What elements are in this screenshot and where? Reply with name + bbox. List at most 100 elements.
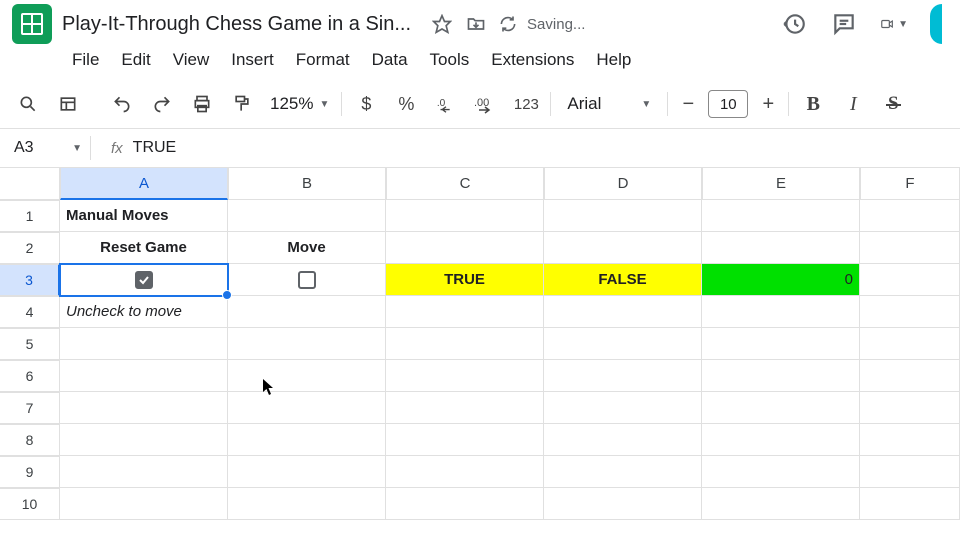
cell-E6[interactable]: [702, 360, 860, 392]
cell-B8[interactable]: [228, 424, 386, 456]
cell-C7[interactable]: [386, 392, 544, 424]
cell-E2[interactable]: [702, 232, 860, 264]
col-header-D[interactable]: D: [544, 168, 702, 200]
meet-icon[interactable]: ▼: [880, 10, 908, 38]
col-header-C[interactable]: C: [386, 168, 544, 200]
spreadsheet-grid[interactable]: A B C D E F 1 Manual Moves 2 Reset Game …: [0, 168, 960, 520]
col-header-F[interactable]: F: [860, 168, 960, 200]
formula-bar[interactable]: TRUE: [133, 139, 177, 157]
cell-A7[interactable]: [60, 392, 228, 424]
checkbox-reset-game[interactable]: [135, 271, 153, 289]
row-header-8[interactable]: 8: [0, 424, 60, 456]
cell-E5[interactable]: [702, 328, 860, 360]
cell-D3[interactable]: FALSE: [544, 264, 702, 296]
menu-file[interactable]: File: [62, 46, 109, 74]
cell-E3[interactable]: 0: [702, 264, 860, 296]
menu-view[interactable]: View: [163, 46, 220, 74]
account-avatar[interactable]: [930, 4, 942, 44]
search-menus-icon[interactable]: [10, 86, 46, 122]
row-header-7[interactable]: 7: [0, 392, 60, 424]
cell-B6[interactable]: [228, 360, 386, 392]
col-header-B[interactable]: B: [228, 168, 386, 200]
menu-format[interactable]: Format: [286, 46, 360, 74]
cell-E10[interactable]: [702, 488, 860, 520]
table-icon[interactable]: [50, 86, 86, 122]
decrease-decimal-icon[interactable]: .0: [428, 86, 464, 122]
row-header-6[interactable]: 6: [0, 360, 60, 392]
cell-C8[interactable]: [386, 424, 544, 456]
row-header-3[interactable]: 3: [0, 264, 60, 296]
cell-F2[interactable]: [860, 232, 960, 264]
font-select[interactable]: Arial▼: [557, 94, 661, 114]
cell-A1[interactable]: Manual Moves: [60, 200, 228, 232]
cell-F9[interactable]: [860, 456, 960, 488]
version-history-icon[interactable]: [780, 10, 808, 38]
cell-A9[interactable]: [60, 456, 228, 488]
cell-C10[interactable]: [386, 488, 544, 520]
cell-B4[interactable]: [228, 296, 386, 328]
document-title[interactable]: Play-It-Through Chess Game in a Sin...: [62, 13, 411, 36]
cell-D9[interactable]: [544, 456, 702, 488]
name-box[interactable]: A3 ▼: [8, 139, 88, 157]
row-header-5[interactable]: 5: [0, 328, 60, 360]
currency-button[interactable]: $: [348, 86, 384, 122]
cell-C6[interactable]: [386, 360, 544, 392]
cell-D5[interactable]: [544, 328, 702, 360]
cell-A4[interactable]: Uncheck to move: [60, 296, 228, 328]
cell-C5[interactable]: [386, 328, 544, 360]
menu-tools[interactable]: Tools: [420, 46, 480, 74]
cell-E7[interactable]: [702, 392, 860, 424]
cell-F5[interactable]: [860, 328, 960, 360]
cell-F3[interactable]: [860, 264, 960, 296]
select-all-corner[interactable]: [0, 168, 60, 200]
star-icon[interactable]: [431, 13, 453, 35]
cell-E9[interactable]: [702, 456, 860, 488]
menu-help[interactable]: Help: [586, 46, 641, 74]
sheets-app-icon[interactable]: [12, 4, 52, 44]
cell-D1[interactable]: [544, 200, 702, 232]
bold-button[interactable]: B: [795, 86, 831, 122]
col-header-E[interactable]: E: [702, 168, 860, 200]
move-to-folder-icon[interactable]: [465, 13, 487, 35]
font-size-input[interactable]: 10: [708, 90, 748, 118]
cell-D8[interactable]: [544, 424, 702, 456]
menu-extensions[interactable]: Extensions: [481, 46, 584, 74]
cell-D4[interactable]: [544, 296, 702, 328]
row-header-4[interactable]: 4: [0, 296, 60, 328]
cell-B3[interactable]: [228, 264, 386, 296]
cell-B10[interactable]: [228, 488, 386, 520]
cell-D10[interactable]: [544, 488, 702, 520]
cell-E1[interactable]: [702, 200, 860, 232]
paint-format-icon[interactable]: [224, 86, 260, 122]
comments-icon[interactable]: [830, 10, 858, 38]
row-header-10[interactable]: 10: [0, 488, 60, 520]
cell-F4[interactable]: [860, 296, 960, 328]
undo-icon[interactable]: [104, 86, 140, 122]
cell-D2[interactable]: [544, 232, 702, 264]
cell-B7[interactable]: [228, 392, 386, 424]
increase-decimal-icon[interactable]: .00: [468, 86, 504, 122]
cell-A10[interactable]: [60, 488, 228, 520]
cell-C4[interactable]: [386, 296, 544, 328]
checkbox-move[interactable]: [298, 271, 316, 289]
percent-button[interactable]: %: [388, 86, 424, 122]
italic-button[interactable]: I: [835, 86, 871, 122]
cell-C1[interactable]: [386, 200, 544, 232]
font-size-increase[interactable]: +: [754, 90, 782, 118]
strikethrough-button[interactable]: S: [875, 86, 911, 122]
font-size-decrease[interactable]: −: [674, 90, 702, 118]
cell-A3[interactable]: [60, 264, 228, 296]
cell-A8[interactable]: [60, 424, 228, 456]
cell-D7[interactable]: [544, 392, 702, 424]
print-icon[interactable]: [184, 86, 220, 122]
cell-C3[interactable]: TRUE: [386, 264, 544, 296]
cell-F7[interactable]: [860, 392, 960, 424]
cell-F10[interactable]: [860, 488, 960, 520]
row-header-1[interactable]: 1: [0, 200, 60, 232]
number-format-button[interactable]: 123: [508, 86, 544, 122]
cell-B1[interactable]: [228, 200, 386, 232]
cell-A5[interactable]: [60, 328, 228, 360]
menu-edit[interactable]: Edit: [111, 46, 160, 74]
zoom-select[interactable]: 125%▼: [264, 94, 335, 114]
cell-F1[interactable]: [860, 200, 960, 232]
